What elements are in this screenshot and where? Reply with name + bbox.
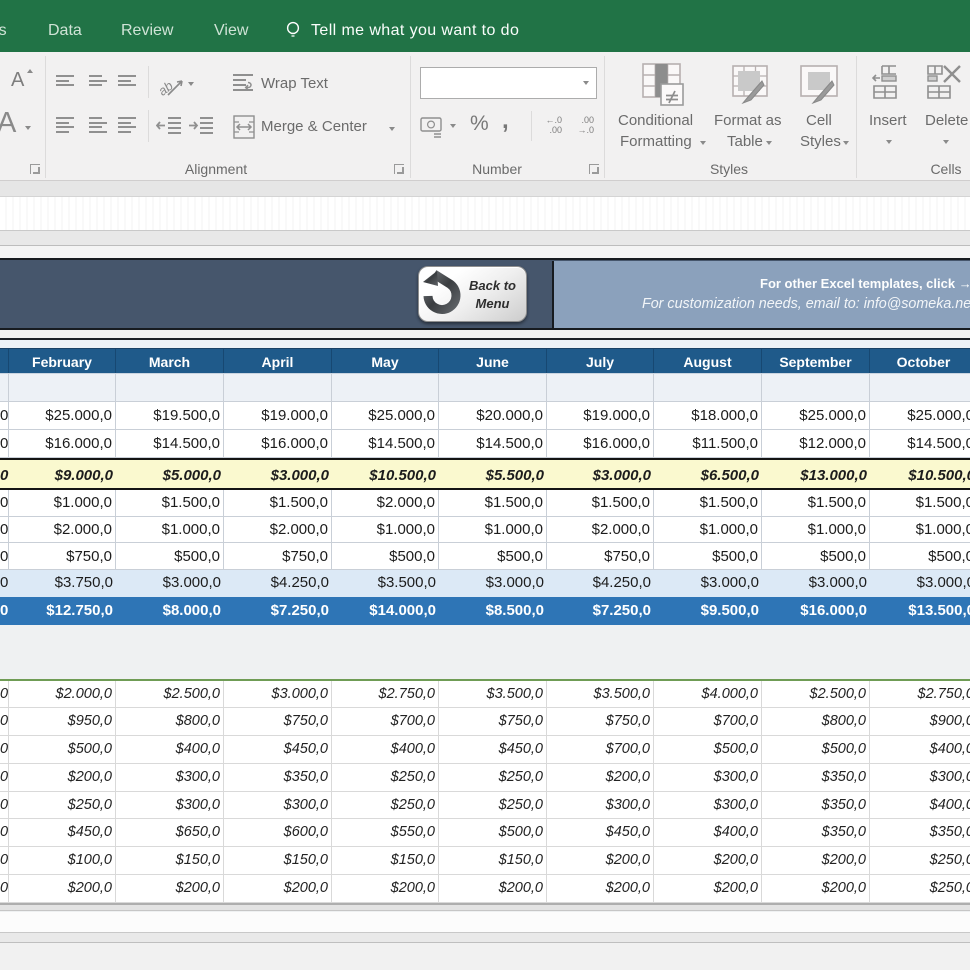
svg-text:ab: ab (158, 78, 176, 99)
